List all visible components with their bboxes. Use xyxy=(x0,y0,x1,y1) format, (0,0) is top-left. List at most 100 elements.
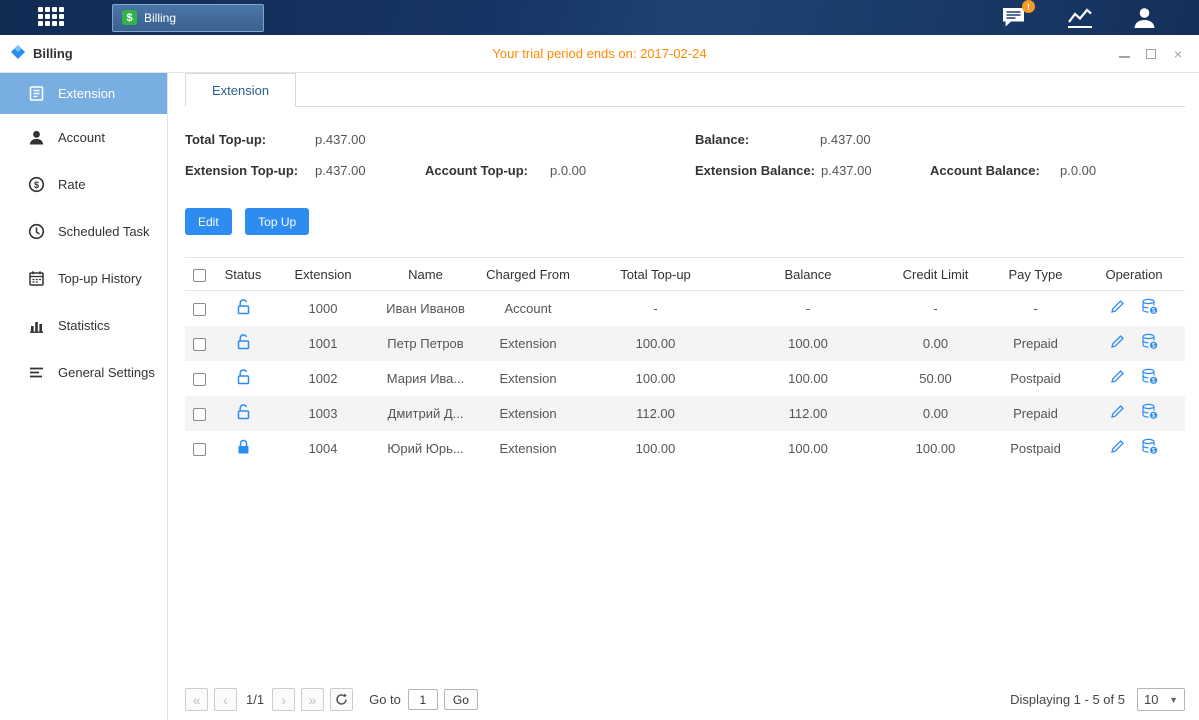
sidebar-item-general-settings[interactable]: General Settings xyxy=(0,349,167,396)
goto-page-input[interactable] xyxy=(408,689,438,710)
unlocked-lock-icon xyxy=(236,408,251,423)
go-button[interactable]: Go xyxy=(444,689,478,710)
rate-icon: $ xyxy=(28,176,45,193)
table-row: 1002Мария Ива...Extension100.00100.0050.… xyxy=(185,361,1185,396)
cell-pay-type: Prepaid xyxy=(988,396,1083,431)
edit-icon[interactable] xyxy=(1110,439,1125,457)
cell-name: Мария Ива... xyxy=(373,361,478,396)
scheduled-task-icon xyxy=(28,223,45,240)
topup-button[interactable]: Top Up xyxy=(245,208,309,235)
sidebar-item-statistics[interactable]: Statistics xyxy=(0,302,167,349)
cell-credit-limit: 50.00 xyxy=(883,361,988,396)
extensions-table: Status Extension Name Charged From Total… xyxy=(185,257,1185,466)
main-content: Extension Total Top-up: p.437.00 Balance… xyxy=(168,73,1199,720)
edit-icon[interactable] xyxy=(1110,299,1125,317)
table-header-row: Status Extension Name Charged From Total… xyxy=(185,258,1185,291)
sidebar-item-account[interactable]: Account xyxy=(0,114,167,161)
table-row: 1004Юрий Юрь...Extension100.00100.00100.… xyxy=(185,431,1185,466)
first-page-button[interactable]: « xyxy=(185,688,208,711)
prev-page-button[interactable]: ‹ xyxy=(214,688,237,711)
apps-grid-icon[interactable] xyxy=(38,7,68,29)
row-checkbox[interactable] xyxy=(193,303,206,316)
cell-extension: 1002 xyxy=(273,361,373,396)
minimize-button[interactable] xyxy=(1117,47,1131,61)
unlocked-lock-icon xyxy=(236,338,251,353)
col-balance: Balance xyxy=(733,258,883,291)
cell-pay-type: - xyxy=(988,291,1083,326)
sidebar-item-label: Scheduled Task xyxy=(58,224,150,239)
window-title: Billing xyxy=(33,46,73,61)
cell-pay-type: Postpaid xyxy=(988,431,1083,466)
cell-balance: 112.00 xyxy=(733,396,883,431)
taskbar-item-billing[interactable]: $ Billing xyxy=(112,4,264,32)
cell-credit-limit: - xyxy=(883,291,988,326)
page-size-select[interactable]: 10 ▼ xyxy=(1137,688,1185,711)
row-checkbox[interactable] xyxy=(193,443,206,456)
extension-balance-value: p.437.00 xyxy=(821,163,872,178)
cell-charged-from: Extension xyxy=(478,396,578,431)
svg-text:$: $ xyxy=(1152,448,1156,455)
account-topup-value: p.0.00 xyxy=(550,163,586,178)
topup-icon[interactable]: $ xyxy=(1141,438,1158,458)
maximize-button[interactable] xyxy=(1144,47,1158,61)
topup-icon[interactable]: $ xyxy=(1141,368,1158,388)
edit-icon[interactable] xyxy=(1110,404,1125,422)
chevron-down-icon: ▼ xyxy=(1169,695,1178,705)
sidebar-item-label: General Settings xyxy=(58,365,155,380)
edit-button[interactable]: Edit xyxy=(185,208,232,235)
select-all-checkbox[interactable] xyxy=(193,269,206,282)
cell-extension: 1003 xyxy=(273,396,373,431)
sidebar-item-topup-history[interactable]: Top-up History xyxy=(0,255,167,302)
total-topup-label: Total Top-up: xyxy=(185,132,266,147)
sidebar: Extension Account $ Rate Scheduled Task xyxy=(0,73,168,720)
col-charged-from: Charged From xyxy=(478,258,578,291)
edit-icon[interactable] xyxy=(1110,369,1125,387)
col-name: Name xyxy=(373,258,478,291)
user-icon[interactable] xyxy=(1132,6,1157,29)
sidebar-item-rate[interactable]: $ Rate xyxy=(0,161,167,208)
cell-total-topup: 100.00 xyxy=(578,326,733,361)
extension-topup-value: p.437.00 xyxy=(315,163,366,178)
extension-icon xyxy=(28,85,45,102)
row-checkbox[interactable] xyxy=(193,338,206,351)
sidebar-item-scheduled-task[interactable]: Scheduled Task xyxy=(0,208,167,255)
cell-extension: 1004 xyxy=(273,431,373,466)
refresh-icon xyxy=(335,693,348,706)
topup-icon[interactable]: $ xyxy=(1141,403,1158,423)
refresh-button[interactable] xyxy=(330,688,353,711)
sidebar-item-extension[interactable]: Extension xyxy=(0,73,167,114)
cell-charged-from: Extension xyxy=(478,431,578,466)
cell-name: Петр Петров xyxy=(373,326,478,361)
topup-icon[interactable]: $ xyxy=(1141,333,1158,353)
cell-balance: 100.00 xyxy=(733,326,883,361)
last-page-button[interactable]: » xyxy=(301,688,324,711)
account-balance-label: Account Balance: xyxy=(930,163,1040,178)
edit-icon[interactable] xyxy=(1110,334,1125,352)
sidebar-item-label: Account xyxy=(58,130,105,145)
tab-bar: Extension xyxy=(185,73,1185,107)
close-button[interactable]: × xyxy=(1171,47,1185,61)
next-page-button[interactable]: › xyxy=(272,688,295,711)
summary-panel: Total Top-up: p.437.00 Balance: p.437.00… xyxy=(185,129,1185,191)
notification-badge: ! xyxy=(1022,0,1035,13)
col-operation: Operation xyxy=(1083,258,1185,291)
col-status: Status xyxy=(213,258,273,291)
cell-charged-from: Extension xyxy=(478,361,578,396)
general-settings-icon xyxy=(28,364,45,381)
row-checkbox[interactable] xyxy=(193,408,206,421)
goto-label: Go to xyxy=(369,692,401,707)
topup-icon[interactable]: $ xyxy=(1141,298,1158,318)
tab-extension[interactable]: Extension xyxy=(185,73,296,107)
chart-icon[interactable] xyxy=(1066,7,1094,29)
chat-icon[interactable]: ! xyxy=(1001,6,1028,29)
total-topup-value: p.437.00 xyxy=(315,132,366,147)
cell-extension: 1001 xyxy=(273,326,373,361)
row-checkbox[interactable] xyxy=(193,373,206,386)
cell-balance: - xyxy=(733,291,883,326)
sidebar-item-label: Extension xyxy=(58,86,115,101)
cell-pay-type: Postpaid xyxy=(988,361,1083,396)
col-pay-type: Pay Type xyxy=(988,258,1083,291)
cell-total-topup: 112.00 xyxy=(578,396,733,431)
unlocked-lock-icon xyxy=(236,373,251,388)
billing-dollar-icon: $ xyxy=(122,10,137,25)
